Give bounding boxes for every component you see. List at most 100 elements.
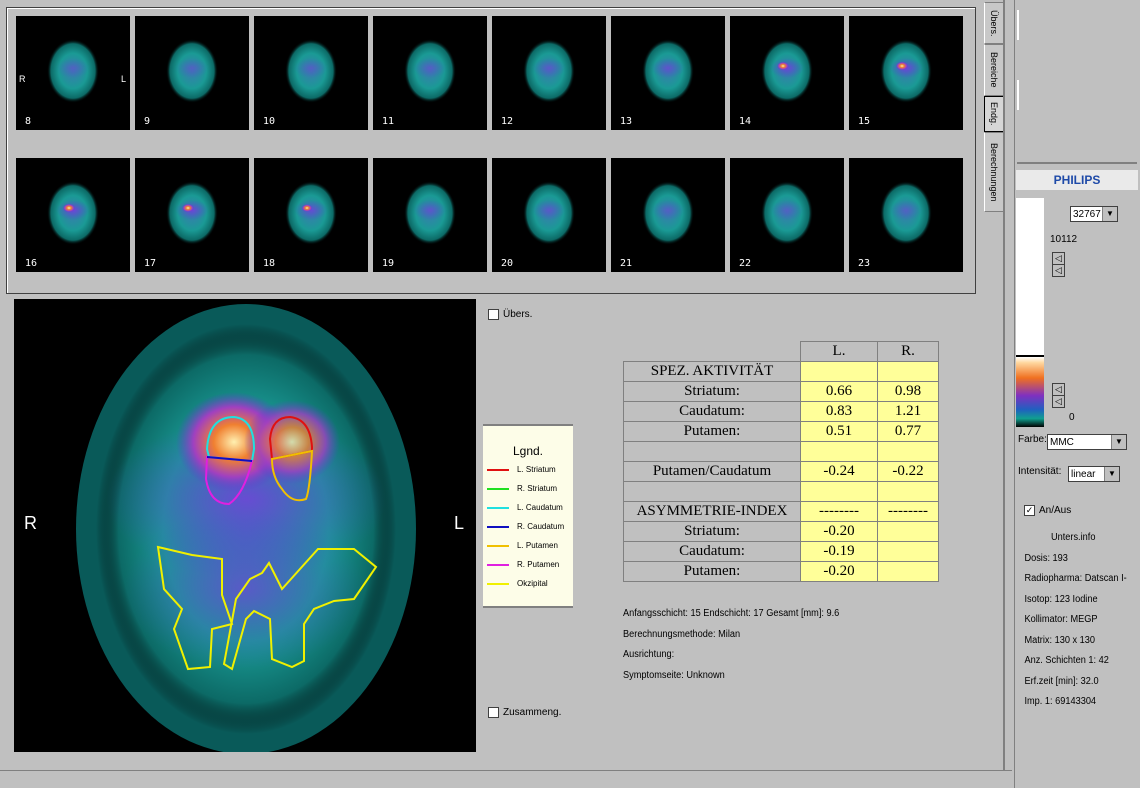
value-right: -0.22: [877, 461, 939, 482]
slice-thumbnail[interactable]: 15: [849, 16, 963, 130]
value-left: [800, 481, 878, 502]
value-left: 0.83: [800, 401, 878, 422]
orientation-left-label: R: [19, 74, 26, 84]
legend-item: R. Caudatum: [483, 517, 573, 536]
color-map-value: MMC: [1050, 437, 1074, 448]
calculation-info: Anfangsschicht: 15 Endschicht: 17 Gesamt…: [623, 604, 839, 686]
value-right: [877, 561, 939, 582]
value-right: 0.98: [877, 381, 939, 402]
dropdown-arrow-icon: ▼: [1111, 435, 1126, 449]
table-row: ASYMMETRIE-INDEX -------- --------: [623, 501, 939, 522]
value-right: [877, 481, 939, 502]
tab-overview[interactable]: Übers.: [984, 2, 1004, 44]
value-left: -0.19: [800, 541, 878, 562]
exam-info-line: Isotop: 123 Iodine: [1024, 593, 1098, 605]
value-left: -0.20: [800, 521, 878, 542]
main-spect-image[interactable]: R L: [14, 299, 476, 752]
combined-checkbox[interactable]: Zusammeng.: [488, 707, 561, 718]
scale-marker-icon[interactable]: ◁: [1052, 395, 1065, 408]
slice-number: 18: [263, 258, 276, 269]
tab-label: Bereiche: [989, 52, 999, 88]
divider: [1017, 80, 1019, 110]
divider: [1003, 0, 1005, 770]
row-label: [623, 481, 801, 502]
row-label: ASYMMETRIE-INDEX: [623, 501, 801, 522]
tab-regions[interactable]: Bereiche: [984, 44, 1004, 96]
scale-marker-icon[interactable]: ◁: [1052, 264, 1065, 277]
slice-number: 19: [382, 258, 395, 269]
row-label: Putamen:: [623, 561, 801, 582]
tab-final[interactable]: Endg.: [984, 96, 1004, 132]
slice-number: 13: [620, 116, 633, 127]
slice-thumbnail[interactable]: 14: [730, 16, 844, 130]
legend-item: Okzipital: [483, 574, 573, 593]
legend-item-label: R. Caudatum: [517, 522, 565, 531]
exam-info-line: Dosis: 193: [1024, 552, 1068, 564]
value-right: [877, 521, 939, 542]
slice-thumbnail[interactable]: 20: [492, 158, 606, 272]
legend-item: L. Putamen: [483, 536, 573, 555]
overview-checkbox[interactable]: Übers.: [488, 309, 532, 320]
value-left: -0.24: [800, 461, 878, 482]
divider: [0, 770, 1012, 771]
slice-number: 17: [144, 258, 157, 269]
color-map-label: Farbe:: [1018, 434, 1047, 445]
slice-thumbnail[interactable]: 8 R L: [16, 16, 130, 130]
slice-number: 20: [501, 258, 514, 269]
slice-thumbnail[interactable]: 17: [135, 158, 249, 272]
value-right: --------: [877, 501, 939, 522]
alignment-info: Ausrichtung:: [623, 649, 675, 660]
on-off-label: An/Aus: [1039, 505, 1072, 516]
slice-thumbnail[interactable]: 11: [373, 16, 487, 130]
slice-number: 22: [739, 258, 752, 269]
checkbox-icon: [488, 309, 499, 320]
max-value-select[interactable]: 32767 ▼: [1070, 206, 1118, 222]
legend-swatch: [487, 582, 509, 585]
exam-info-line: Kollimator: MEGP: [1024, 614, 1098, 625]
legend-item-label: L. Putamen: [517, 541, 558, 550]
slice-thumbnail[interactable]: 16: [16, 158, 130, 272]
slice-number: 15: [858, 116, 871, 127]
legend-swatch: [487, 525, 509, 528]
slice-thumbnail[interactable]: 21: [611, 158, 725, 272]
checkbox-icon: ✓: [1024, 505, 1035, 516]
color-map-select[interactable]: MMC ▼: [1047, 434, 1127, 450]
table-row: Putamen: 0.51 0.77: [623, 421, 939, 442]
exam-info-line: Anz. Schichten 1: 42: [1024, 655, 1109, 666]
slice-number: 23: [858, 258, 871, 269]
colorbar[interactable]: [1016, 198, 1044, 428]
slice-thumbnail[interactable]: 22: [730, 158, 844, 272]
intensity-select[interactable]: linear ▼: [1068, 466, 1120, 482]
exam-info-line: Erf.zeit [min]: 32.0: [1024, 675, 1099, 687]
slice-thumbnail[interactable]: 19: [373, 158, 487, 272]
exam-info-line: Imp. 1: 69143304: [1024, 696, 1097, 707]
row-label: SPEZ. AKTIVITÄT: [623, 361, 801, 382]
slice-thumbnail[interactable]: 13: [611, 16, 725, 130]
slice-thumbnail[interactable]: 18: [254, 158, 368, 272]
value-left: [800, 441, 878, 462]
column-header-left: L.: [800, 341, 878, 362]
method-info: Berechnungsmethode: Milan: [623, 628, 741, 640]
legend-item: R. Putamen: [483, 555, 573, 574]
value-right: 0.77: [877, 421, 939, 442]
slice-thumbnail[interactable]: 23: [849, 158, 963, 272]
value-left: [800, 361, 878, 382]
divider: [1017, 10, 1019, 40]
slice-thumbnail[interactable]: 10: [254, 16, 368, 130]
table-row: Putamen: -0.20: [623, 561, 939, 582]
row-label: [623, 441, 801, 462]
value-left: --------: [800, 501, 878, 522]
legend-swatch: [487, 468, 509, 471]
slice-thumbnail[interactable]: 9: [135, 16, 249, 130]
legend-item-label: R. Striatum: [517, 484, 558, 493]
roi-legend: Lgnd. L. Striatum R. Striatum L. Caudatum R…: [483, 424, 573, 608]
exam-info-line: Radiopharma: Datscan I-: [1024, 573, 1127, 584]
combined-checkbox-label: Zusammeng.: [503, 707, 562, 718]
slice-thumbnail[interactable]: 12: [492, 16, 606, 130]
tab-calculations[interactable]: Berechnungen: [984, 132, 1004, 212]
on-off-checkbox[interactable]: ✓ An/Aus: [1024, 505, 1071, 516]
overview-checkbox-label: Übers.: [503, 309, 533, 320]
slice-number: 11: [382, 116, 395, 127]
legend-item: L. Caudatum: [483, 498, 573, 517]
slice-number: 10: [263, 116, 276, 127]
